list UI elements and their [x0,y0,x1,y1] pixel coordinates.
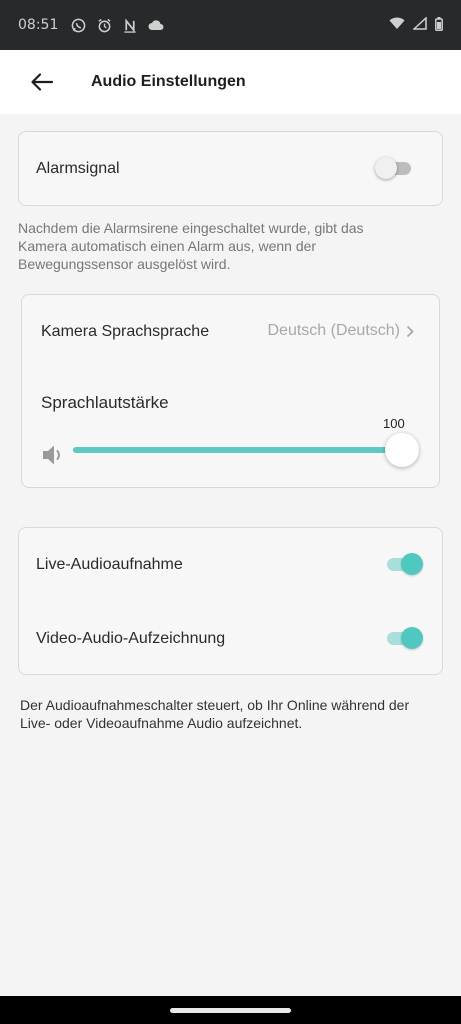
alarm-toggle[interactable] [375,157,413,179]
volume-slider-fill [73,447,419,453]
volume-slider-thumb[interactable] [385,433,419,467]
volume-value: 100 [383,416,405,431]
chevron-right-icon [406,325,414,337]
whatsapp-icon [70,17,86,33]
volume-slider[interactable] [73,433,419,469]
recording-description: Der Audioaufnahmeschalter steuert, ob Ih… [20,697,410,731]
status-time: 08:51 [18,17,59,33]
signal-icon [412,16,427,33]
recording-card [18,527,443,675]
battery-icon [435,16,443,34]
voice-language-label: Kamera Sprachsprache [41,323,210,340]
alarm-label: Alarmsignal [36,160,120,177]
arrow-left-icon [31,73,53,91]
page-title: Audio Einstellungen [91,73,246,90]
navigation-bar [0,996,461,1024]
voice-language-value: Deutsch (Deutsch) [267,322,401,339]
live-audio-label: Live-Audioaufnahme [36,556,183,573]
app-bar: Audio Einstellungen [0,50,461,114]
back-button[interactable] [20,60,64,104]
volume-label: Sprachlautstärke [41,393,169,412]
status-bar: 08:51 [0,0,461,50]
live-audio-toggle[interactable] [385,553,423,575]
toggle-knob [375,157,397,179]
speaker-icon [42,444,66,471]
toggle-knob [401,553,423,575]
system-icons [389,16,443,34]
voice-language-selector[interactable]: Deutsch (Deutsch) [268,322,415,340]
toggle-knob [401,627,423,649]
home-indicator[interactable] [170,1008,291,1013]
wifi-icon [389,17,405,33]
alarm-clock-icon [96,17,112,33]
nfc-icon [122,17,138,33]
notification-icons [70,17,164,33]
alarm-description: Nachdem die Alarmsirene eingeschaltet wu… [18,220,364,272]
video-audio-label: Video-Audio-Aufzeichnung [36,630,226,647]
cloud-icon [148,17,164,33]
video-audio-toggle[interactable] [385,627,423,649]
